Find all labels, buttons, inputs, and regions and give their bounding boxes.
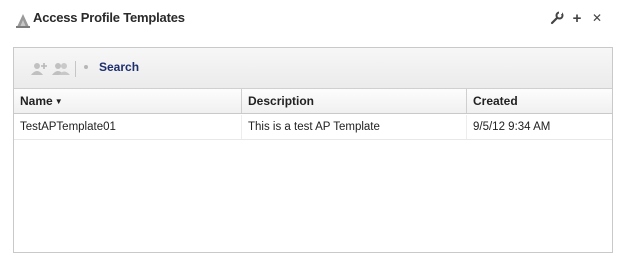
- toolbar-divider: [75, 61, 76, 77]
- sort-desc-icon: ▼: [54, 97, 63, 106]
- window-title: Access Profile Templates: [33, 10, 185, 25]
- toolbar: Search: [14, 48, 612, 89]
- table-row[interactable]: TestAPTemplate01 This is a test AP Templ…: [14, 115, 612, 140]
- cell-created: 9/5/12 9:34 AM: [473, 121, 551, 133]
- add-icon[interactable]: +: [569, 9, 585, 27]
- templates-icon: [14, 11, 32, 29]
- column-header-name[interactable]: Name ▼: [14, 89, 241, 113]
- templates-panel: Search Name ▼ Description Created TestAPT…: [13, 47, 613, 253]
- users-disabled-icon[interactable]: [52, 61, 70, 75]
- toolbar-bullet: [84, 65, 88, 69]
- wrench-icon[interactable]: [549, 9, 565, 27]
- column-header-created[interactable]: Created: [467, 89, 612, 113]
- close-icon[interactable]: ✕: [589, 9, 605, 27]
- cell-name: TestAPTemplate01: [20, 121, 116, 133]
- search-link[interactable]: Search: [99, 60, 139, 74]
- column-header-label: Name: [20, 94, 53, 108]
- column-header-label: Description: [248, 94, 315, 108]
- window-controls: + ✕: [549, 9, 605, 27]
- window-titlebar: Access Profile Templates + ✕: [0, 0, 617, 38]
- cell-description: This is a test AP Template: [248, 121, 380, 133]
- column-header-label: Created: [473, 94, 518, 108]
- table-header: Name ▼ Description Created: [14, 89, 612, 114]
- column-header-description[interactable]: Description: [242, 89, 466, 113]
- add-disabled-icon[interactable]: [30, 61, 48, 75]
